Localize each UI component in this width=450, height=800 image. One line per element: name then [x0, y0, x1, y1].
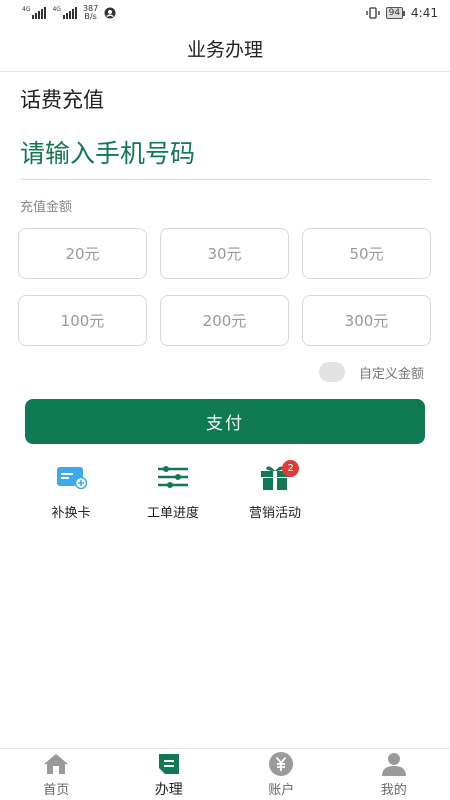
handle-icon [155, 751, 183, 777]
progress-sliders-icon [155, 462, 191, 492]
custom-amount-toggle[interactable] [318, 362, 345, 382]
tab-home[interactable]: 首页 [0, 749, 113, 800]
status-bar: 4G 4G 387 B/s 94 4:41 [0, 0, 450, 26]
notification-badge: 2 [282, 460, 299, 477]
sim-card-replace-icon [53, 462, 89, 492]
custom-amount-label: 自定义金额 [358, 366, 424, 382]
quick-action-promotions[interactable]: 2 营销活动 [224, 460, 326, 521]
home-icon [42, 751, 70, 777]
signal-strength-icon: 4G [22, 6, 47, 19]
user-icon [380, 751, 408, 777]
battery-level: 94 [385, 7, 404, 19]
network-type-label: 4G [52, 6, 61, 13]
tab-label: 我的 [380, 783, 407, 798]
amount-option[interactable]: 20元 [18, 228, 147, 279]
quick-action-label: 营销活动 [248, 506, 301, 521]
tab-account[interactable]: 账户 [225, 749, 338, 800]
amount-label: 充值金额 [20, 200, 73, 215]
vibrate-icon [365, 7, 380, 19]
amount-option[interactable]: 30元 [160, 228, 289, 279]
amount-options: 20元 30元 50元 100元 200元 300元 [18, 228, 432, 346]
signal-strength-icon: 4G [52, 6, 77, 19]
clock: 4:41 [411, 6, 438, 20]
pay-button[interactable]: 支付 [25, 399, 425, 444]
quick-actions: 补换卡 工单进度 2 营销活动 [20, 460, 326, 521]
page-title: 业务办理 [186, 39, 263, 61]
tab-label: 首页 [43, 783, 70, 798]
quick-action-replace-card[interactable]: 补换卡 [20, 462, 122, 521]
battery-icon: 94 [385, 7, 406, 19]
tab-handle[interactable]: 办理 [113, 749, 226, 800]
amount-option[interactable]: 100元 [18, 295, 147, 346]
gift-icon: 2 [257, 460, 299, 492]
network-speed: 387 B/s [82, 4, 99, 21]
amount-option[interactable]: 50元 [302, 228, 431, 279]
tab-mine[interactable]: 我的 [338, 749, 450, 800]
section-title: 话费充值 [20, 88, 104, 112]
quick-action-order-progress[interactable]: 工单进度 [122, 462, 224, 521]
tab-label: 办理 [154, 781, 183, 798]
notification-icon [104, 7, 116, 19]
quick-action-label: 补换卡 [51, 506, 91, 521]
custom-amount-row: 自定义金额 [318, 362, 424, 382]
bottom-tab-bar: 首页 办理 账户 我的 [0, 748, 450, 800]
tab-label: 账户 [268, 783, 295, 798]
yuan-coin-icon [267, 751, 295, 777]
network-type-label: 4G [22, 6, 31, 13]
page-header: 业务办理 [0, 26, 450, 72]
phone-number-input[interactable] [20, 128, 430, 180]
quick-action-label: 工单进度 [146, 506, 199, 521]
amount-option[interactable]: 200元 [160, 295, 289, 346]
amount-option[interactable]: 300元 [302, 295, 431, 346]
